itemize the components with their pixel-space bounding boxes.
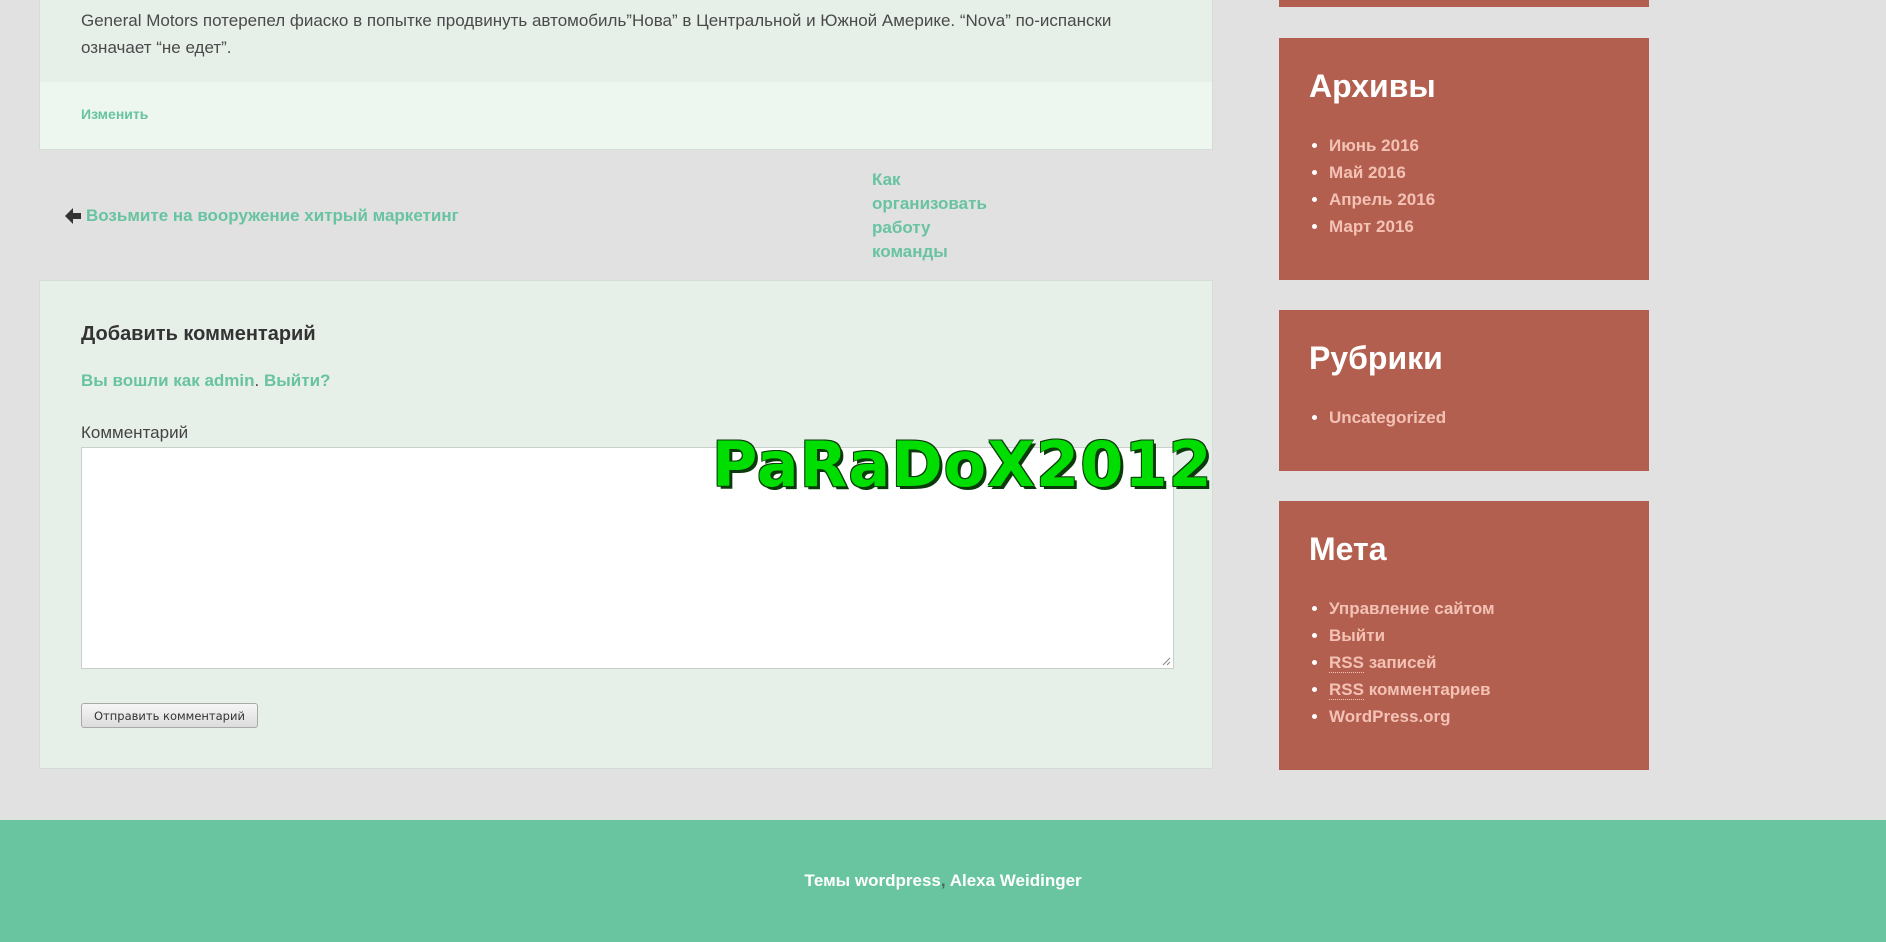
- list-item: RSS записей: [1329, 649, 1495, 676]
- previous-post-label: Возьмите на вооружение хитрый маркетинг: [86, 206, 459, 225]
- footer-separator: ,: [940, 871, 950, 890]
- category-link[interactable]: Uncategorized: [1329, 408, 1446, 427]
- edit-post-link[interactable]: Изменить: [81, 106, 148, 122]
- rss-comments-suffix: комментариев: [1363, 680, 1491, 699]
- rss-comments-link[interactable]: RSS комментариев: [1329, 680, 1491, 700]
- comment-form: Добавить комментарий Вы вошли как admin.…: [39, 280, 1213, 769]
- list-item: Uncategorized: [1329, 404, 1446, 431]
- categories-title: Рубрики: [1309, 340, 1443, 376]
- archive-link[interactable]: Май 2016: [1329, 163, 1406, 182]
- list-item: Апрель 2016: [1329, 186, 1435, 213]
- logout-meta-link[interactable]: Выйти: [1329, 626, 1385, 645]
- list-item: Май 2016: [1329, 159, 1435, 186]
- archive-link[interactable]: Июнь 2016: [1329, 136, 1419, 155]
- archives-list: Июнь 2016 Май 2016 Апрель 2016 Март 2016: [1309, 132, 1435, 240]
- comment-label: Комментарий: [81, 423, 189, 442]
- logged-in-as: Вы вошли как admin. Выйти?: [81, 371, 330, 391]
- next-post-label: Как организовать работу команды: [872, 170, 987, 261]
- logged-in-separator: .: [254, 371, 260, 390]
- list-item: Июнь 2016: [1329, 132, 1435, 159]
- footer-credits: Темы wordpress, Alexa Weidinger: [0, 871, 1886, 891]
- list-item: WordPress.org: [1329, 703, 1495, 730]
- categories-widget: Рубрики Uncategorized: [1279, 310, 1649, 471]
- submit-comment-button[interactable]: Отправить комментарий: [81, 703, 258, 728]
- resize-grip-icon[interactable]: [1162, 657, 1171, 666]
- profile-link[interactable]: Вы вошли как admin: [81, 371, 255, 390]
- watermark: PaRaDoX2012: [712, 428, 1213, 501]
- comment-form-title: Добавить комментарий: [81, 323, 316, 345]
- logout-link[interactable]: Выйти?: [264, 371, 330, 390]
- list-item: Март 2016: [1329, 213, 1435, 240]
- meta-widget: Мета Управление сайтом Выйти RSS записей…: [1279, 501, 1649, 770]
- rss-abbr: RSS: [1329, 653, 1364, 673]
- list-item: Выйти: [1329, 622, 1495, 649]
- site-footer: Темы wordpress, Alexa Weidinger: [0, 820, 1886, 942]
- site-admin-link[interactable]: Управление сайтом: [1329, 599, 1495, 618]
- archives-title: Архивы: [1309, 68, 1436, 104]
- archive-link[interactable]: Март 2016: [1329, 217, 1414, 236]
- wordpress-themes-link[interactable]: Темы wordpress: [804, 871, 941, 890]
- arrow-left-icon: [65, 208, 81, 224]
- rss-abbr: RSS: [1329, 680, 1364, 700]
- widget-top-edge: [1279, 0, 1649, 7]
- rss-posts-suffix: записей: [1363, 653, 1437, 672]
- wordpress-org-link[interactable]: WordPress.org: [1329, 707, 1451, 726]
- post-text: General Motors потерепел фиаско в попытк…: [81, 11, 1112, 57]
- archive-link[interactable]: Апрель 2016: [1329, 190, 1435, 209]
- archives-widget: Архивы Июнь 2016 Май 2016 Апрель 2016 Ма…: [1279, 38, 1649, 280]
- post-footer: Изменить: [40, 82, 1212, 149]
- list-item: Управление сайтом: [1329, 595, 1495, 622]
- rss-posts-link[interactable]: RSS записей: [1329, 653, 1436, 673]
- categories-list: Uncategorized: [1309, 404, 1446, 431]
- list-item: RSS комментариев: [1329, 676, 1495, 703]
- author-link[interactable]: Alexa Weidinger: [950, 871, 1082, 890]
- meta-list: Управление сайтом Выйти RSS записей RSS …: [1309, 595, 1495, 730]
- previous-post-link[interactable]: Возьмите на вооружение хитрый маркетинг: [63, 204, 459, 228]
- post-card: General Motors потерепел фиаско в попытк…: [39, 0, 1213, 150]
- meta-title: Мета: [1309, 531, 1387, 567]
